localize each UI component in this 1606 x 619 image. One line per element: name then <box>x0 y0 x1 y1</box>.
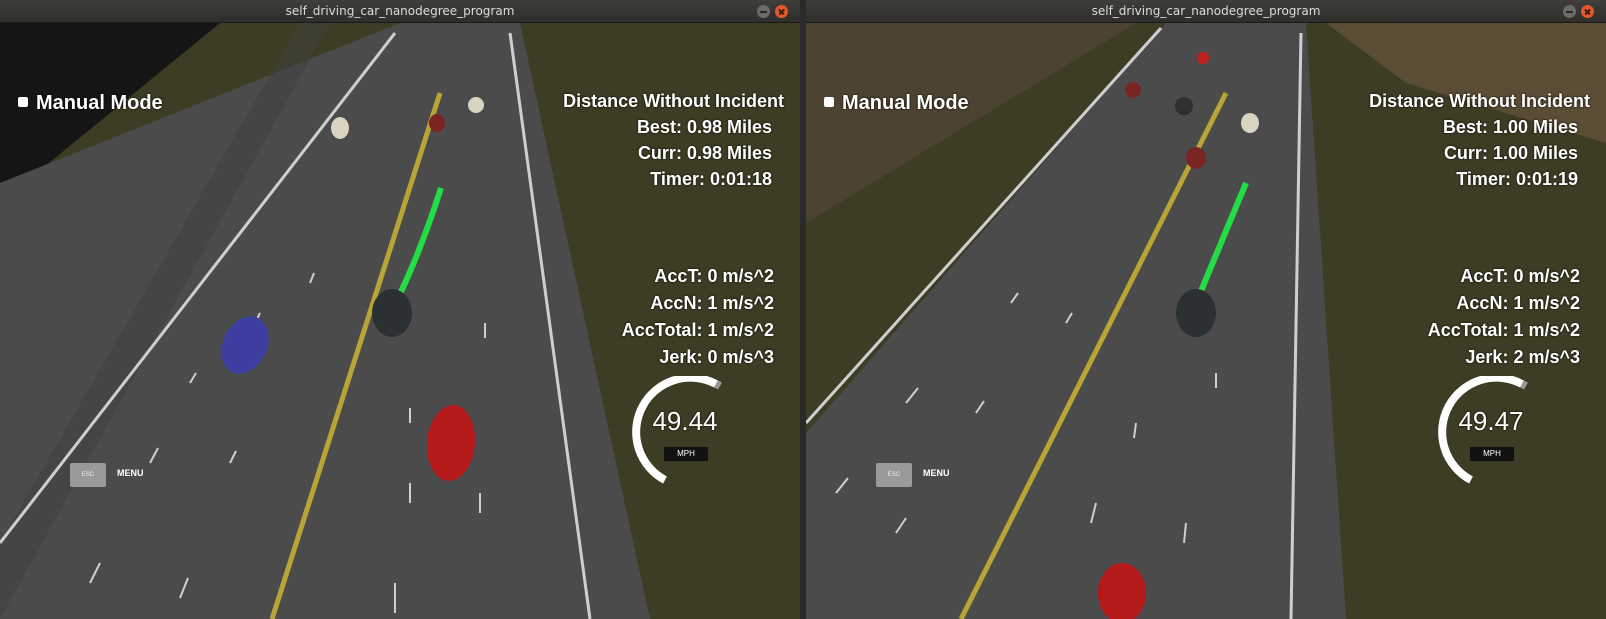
title-bar[interactable]: self_driving_car_nanodegree_program <box>0 0 800 23</box>
acc-t: AccT: 0 m/s^2 <box>1460 266 1580 286</box>
best-distance: Best: 0.98 Miles <box>636 117 772 137</box>
timer: Timer: 0:01:19 <box>1456 169 1578 189</box>
mode-square-icon <box>824 97 834 107</box>
acc-total: AccTotal: 1 m/s^2 <box>621 320 774 340</box>
acceleration-panel: AccT: 0 m/s^2 AccN: 1 m/s^2 AccTotal: 1 … <box>622 263 774 371</box>
mode-indicator: Manual Mode <box>824 92 969 115</box>
mode-label: Manual Mode <box>842 92 969 114</box>
mode-square-icon <box>18 97 28 107</box>
distance-panel: Distance Without Incident Best: 0.98 Mil… <box>563 88 784 192</box>
acc-n: AccN: 1 m/s^2 <box>1456 293 1580 313</box>
simulator-window-2: self_driving_car_nanodegree_program Manu… <box>806 0 1606 619</box>
close-button[interactable] <box>1581 5 1594 18</box>
esc-key-button[interactable]: ESC <box>70 463 106 487</box>
timer: Timer: 0:01:18 <box>650 169 772 189</box>
distance-panel: Distance Without Incident Best: 1.00 Mil… <box>1369 88 1590 192</box>
close-button[interactable] <box>775 5 788 18</box>
acc-t: AccT: 0 m/s^2 <box>654 266 774 286</box>
minimize-button[interactable] <box>757 5 770 18</box>
title-bar[interactable]: self_driving_car_nanodegree_program <box>806 0 1606 23</box>
esc-key-button[interactable]: ESC <box>876 463 912 487</box>
minimize-button[interactable] <box>1563 5 1576 18</box>
mode-label: Manual Mode <box>36 92 163 114</box>
current-distance: Curr: 1.00 Miles <box>1443 143 1578 163</box>
simulator-window-1: self_driving_car_nanodegree_program Manu… <box>0 0 800 619</box>
best-distance: Best: 1.00 Miles <box>1442 117 1578 137</box>
window-title: self_driving_car_nanodegree_program <box>1091 4 1321 18</box>
current-distance: Curr: 0.98 Miles <box>637 143 772 163</box>
ego-car <box>372 289 412 337</box>
speed-value: 49.47 <box>1458 406 1524 436</box>
speed-unit: MPH <box>1470 447 1514 461</box>
speed-value: 49.44 <box>652 406 718 436</box>
ego-car <box>1176 289 1216 337</box>
jerk: Jerk: 2 m/s^3 <box>1465 347 1580 367</box>
menu-label[interactable]: MENU <box>923 468 950 478</box>
distance-header: Distance Without Incident <box>563 91 784 111</box>
speed-unit: MPH <box>664 447 708 461</box>
window-title: self_driving_car_nanodegree_program <box>285 4 515 18</box>
acc-n: AccN: 1 m/s^2 <box>650 293 774 313</box>
jerk: Jerk: 0 m/s^3 <box>659 347 774 367</box>
menu-label[interactable]: MENU <box>117 468 144 478</box>
mode-indicator: Manual Mode <box>18 92 163 115</box>
distance-header: Distance Without Incident <box>1369 91 1590 111</box>
acceleration-panel: AccT: 0 m/s^2 AccN: 1 m/s^2 AccTotal: 1 … <box>1428 263 1580 371</box>
acc-total: AccTotal: 1 m/s^2 <box>1427 320 1580 340</box>
